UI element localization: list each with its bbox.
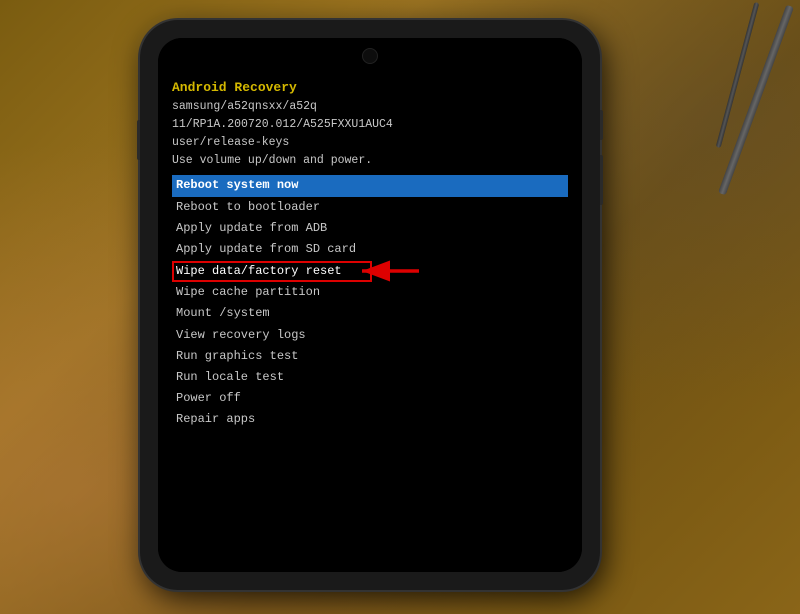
menu-item-apply-sd[interactable]: Apply update from SD card xyxy=(172,239,568,260)
recovery-header: Android Recovery samsung/a52qnsxx/a52q 1… xyxy=(172,78,568,169)
menu-item-mount-system[interactable]: Mount /system xyxy=(172,303,568,324)
power-button xyxy=(600,110,603,140)
phone-screen: Android Recovery samsung/a52qnsxx/a52q 1… xyxy=(158,38,582,572)
menu-item-reboot-system[interactable]: Reboot system now xyxy=(172,175,568,196)
phone-device: Android Recovery samsung/a52qnsxx/a52q 1… xyxy=(140,20,600,590)
recovery-line2: 11/RP1A.200720.012/A525FXXU1AUC4 xyxy=(172,116,568,134)
volume-down-button xyxy=(600,155,603,205)
recovery-line4: Use volume up/down and power. xyxy=(172,152,568,170)
menu-item-run-graphics[interactable]: Run graphics test xyxy=(172,346,568,367)
menu-item-power-off[interactable]: Power off xyxy=(172,388,568,409)
recovery-screen: Android Recovery samsung/a52qnsxx/a52q 1… xyxy=(158,38,582,572)
menu-item-reboot-bootloader[interactable]: Reboot to bootloader xyxy=(172,197,568,218)
wipe-data-row[interactable]: Wipe data/factory reset xyxy=(172,260,568,282)
recovery-menu: Reboot system now Reboot to bootloader A… xyxy=(172,175,568,430)
red-arrow-icon xyxy=(354,260,424,282)
menu-item-run-locale[interactable]: Run locale test xyxy=(172,367,568,388)
menu-item-repair-apps[interactable]: Repair apps xyxy=(172,409,568,430)
volume-button xyxy=(137,120,140,160)
recovery-title: Android Recovery xyxy=(172,78,568,98)
recovery-line3: user/release-keys xyxy=(172,134,568,152)
menu-item-apply-adb[interactable]: Apply update from ADB xyxy=(172,218,568,239)
menu-item-view-recovery[interactable]: View recovery logs xyxy=(172,325,568,346)
front-camera-icon xyxy=(362,48,378,64)
recovery-line1: samsung/a52qnsxx/a52q xyxy=(172,98,568,116)
menu-item-wipe-factory[interactable]: Wipe data/factory reset xyxy=(172,261,346,282)
menu-item-wipe-cache[interactable]: Wipe cache partition xyxy=(172,282,568,303)
